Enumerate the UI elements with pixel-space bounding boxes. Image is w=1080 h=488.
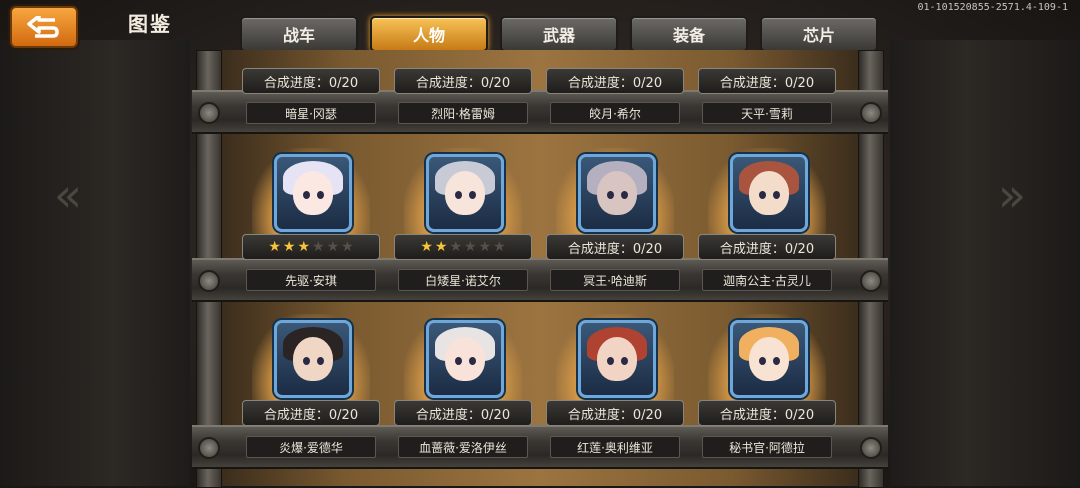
portrait-eye bbox=[455, 191, 462, 199]
character-name: 冥王·哈迪斯 bbox=[550, 269, 680, 291]
character-name: 烈阳·格雷姆 bbox=[398, 102, 528, 124]
character-portrait[interactable] bbox=[730, 154, 808, 232]
synthesis-progress: 合成进度：0/20 bbox=[242, 400, 380, 426]
portrait-eye bbox=[317, 191, 324, 199]
character-portrait[interactable] bbox=[426, 154, 504, 232]
portrait-eye bbox=[773, 191, 780, 199]
left-wall-panel bbox=[0, 40, 190, 486]
portrait-eye bbox=[759, 357, 766, 365]
portrait-face bbox=[749, 337, 789, 381]
character-portrait[interactable] bbox=[274, 320, 352, 398]
page-title: 图鉴 bbox=[128, 12, 172, 36]
character-portrait[interactable] bbox=[578, 320, 656, 398]
tab-3[interactable]: 装备 bbox=[630, 16, 748, 52]
star-empty-icon: ★ bbox=[478, 239, 492, 255]
tab-4[interactable]: 芯片 bbox=[760, 16, 878, 52]
synthesis-progress: 合成进度：0/20 bbox=[698, 68, 836, 94]
character-shelf: 合成进度：0/20 暗星·冈瑟 合成进度：0/20 烈阳·格雷姆 合成进度：0/20 皎月… bbox=[192, 50, 888, 488]
star-filled-icon: ★ bbox=[268, 239, 281, 255]
character-name: 秘书官·阿德拉 bbox=[702, 436, 832, 458]
scroll-right-arrow-icon: » bbox=[997, 168, 1027, 222]
star-rating: ★ ★ ★ ★ ★ ★ bbox=[242, 234, 380, 260]
synthesis-progress: 合成进度：0/20 bbox=[546, 400, 684, 426]
portrait-eye bbox=[469, 357, 476, 365]
synthesis-progress: 合成进度：0/20 bbox=[242, 68, 380, 94]
tab-2[interactable]: 武器 bbox=[500, 16, 618, 52]
star-rating: ★ ★ ★ ★ ★ ★ bbox=[394, 234, 532, 260]
bolt-icon bbox=[198, 102, 220, 124]
portrait-face bbox=[445, 171, 485, 215]
tab-0[interactable]: 战车 bbox=[240, 16, 358, 52]
portrait-eye bbox=[303, 191, 310, 199]
portrait-eye bbox=[455, 357, 462, 365]
star-empty-icon: ★ bbox=[312, 239, 325, 255]
right-wall-panel bbox=[890, 40, 1080, 486]
star-empty-icon: ★ bbox=[449, 239, 462, 255]
portrait-face bbox=[445, 337, 485, 381]
synthesis-progress: 合成进度：0/20 bbox=[698, 234, 836, 260]
bolt-icon bbox=[198, 437, 220, 459]
character-name: 迦南公主·古灵儿 bbox=[702, 269, 832, 291]
star-filled-icon: ★ bbox=[434, 239, 448, 255]
synthesis-progress: 合成进度：0/20 bbox=[546, 234, 684, 260]
portrait-eye bbox=[607, 191, 614, 199]
character-name: 暗星·冈瑟 bbox=[246, 102, 376, 124]
scroll-left-arrow-icon: « bbox=[53, 168, 83, 222]
portrait-face bbox=[597, 171, 637, 215]
portrait-face bbox=[293, 171, 333, 215]
star-empty-icon: ★ bbox=[341, 239, 354, 255]
back-arrow-icon bbox=[27, 16, 59, 38]
synthesis-progress: 合成进度：0/20 bbox=[394, 400, 532, 426]
character-name: 炎爆·爱德华 bbox=[246, 436, 376, 458]
character-portrait[interactable] bbox=[274, 154, 352, 232]
portrait-eye bbox=[607, 357, 614, 365]
portrait-face bbox=[597, 337, 637, 381]
portrait-eye bbox=[773, 357, 780, 365]
bolt-icon bbox=[198, 270, 220, 292]
star-filled-icon: ★ bbox=[420, 239, 433, 255]
portrait-eye bbox=[759, 191, 766, 199]
star-empty-icon: ★ bbox=[493, 239, 506, 255]
character-name: 天平·雪莉 bbox=[702, 102, 832, 124]
portrait-eye bbox=[303, 357, 310, 365]
portrait-eye bbox=[621, 357, 628, 365]
bolt-icon bbox=[860, 437, 882, 459]
bolt-icon bbox=[860, 270, 882, 292]
portrait-face bbox=[749, 171, 789, 215]
star-filled-icon: ★ bbox=[282, 239, 296, 255]
character-name: 皎月·希尔 bbox=[550, 102, 680, 124]
character-name: 血蔷薇·爱洛伊丝 bbox=[398, 436, 528, 458]
star-empty-icon: ★ bbox=[464, 239, 477, 255]
bolt-icon bbox=[860, 102, 882, 124]
version-text: 01-101520855-2571.4-109-1 bbox=[917, 2, 1068, 13]
synthesis-progress: 合成进度：0/20 bbox=[546, 68, 684, 94]
character-name: 白矮星·诺艾尔 bbox=[398, 269, 528, 291]
back-button[interactable] bbox=[10, 6, 78, 48]
character-name: 先驱·安琪 bbox=[246, 269, 376, 291]
character-portrait[interactable] bbox=[426, 320, 504, 398]
portrait-eye bbox=[469, 191, 476, 199]
portrait-eye bbox=[621, 191, 628, 199]
star-empty-icon: ★ bbox=[326, 239, 340, 255]
category-tabs: 战车 人物 武器 装备 芯片 bbox=[240, 16, 878, 52]
star-filled-icon: ★ bbox=[297, 239, 310, 255]
tab-1[interactable]: 人物 bbox=[370, 16, 488, 52]
portrait-eye bbox=[317, 357, 324, 365]
character-portrait[interactable] bbox=[578, 154, 656, 232]
character-name: 红莲·奥利维亚 bbox=[550, 436, 680, 458]
synthesis-progress: 合成进度：0/20 bbox=[698, 400, 836, 426]
portrait-face bbox=[293, 337, 333, 381]
synthesis-progress: 合成进度：0/20 bbox=[394, 68, 532, 94]
character-portrait[interactable] bbox=[730, 320, 808, 398]
